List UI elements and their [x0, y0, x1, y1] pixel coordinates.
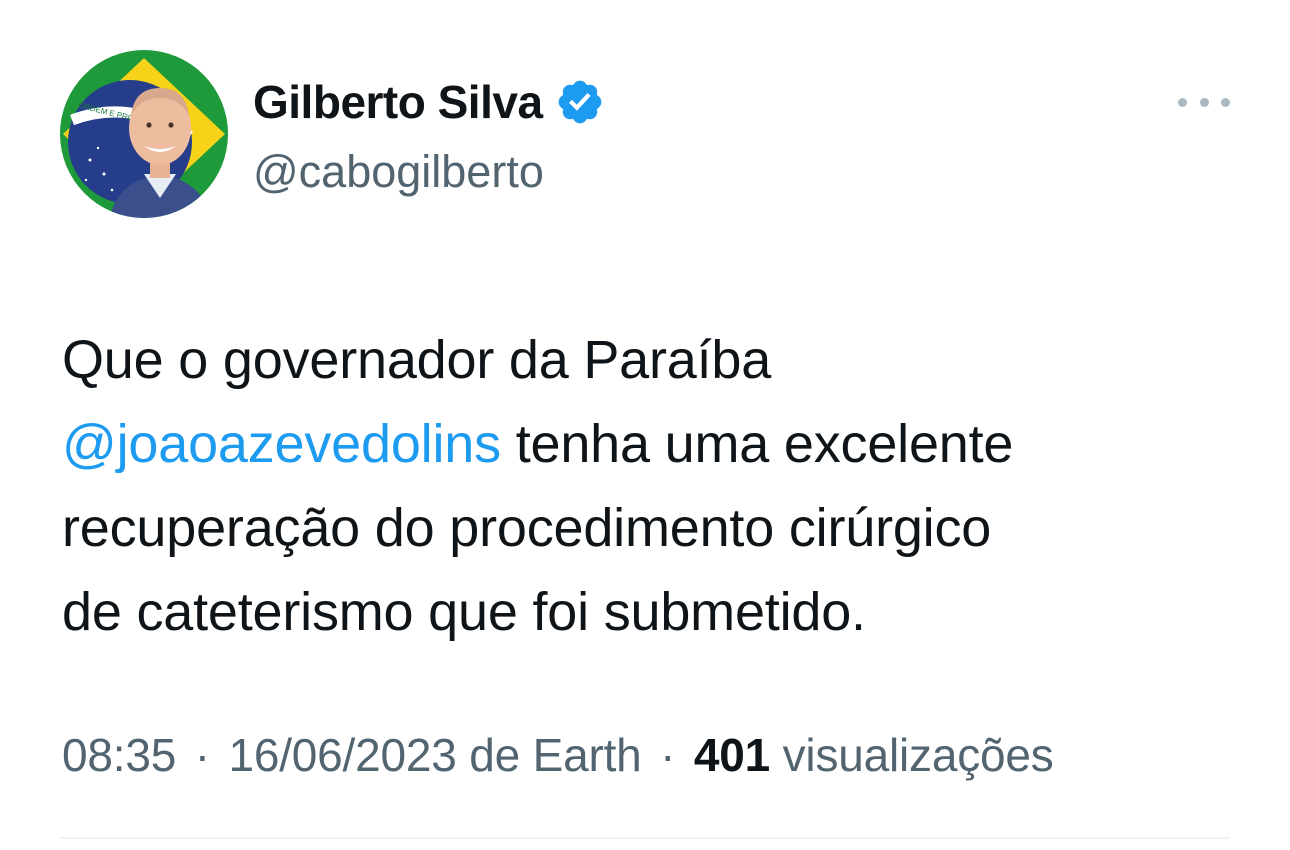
more-dot — [1199, 97, 1209, 107]
tweet-source: de Earth — [469, 729, 642, 781]
tweet-text-after-mention: tenha uma excelente — [500, 414, 1014, 474]
tweet-text-line1: Que o governador da Paraíba — [62, 330, 772, 390]
tweet-date[interactable]: 16/06/2023 — [228, 729, 456, 781]
avatar[interactable]: ORDEM E PROGRESSO — [60, 50, 228, 218]
divider — [60, 837, 1230, 839]
meta-separator: · — [194, 729, 210, 781]
more-dot — [1221, 97, 1230, 107]
verified-badge-icon — [555, 77, 605, 127]
tweet-text: Que o governador da Paraíba @joaoazevedo… — [62, 318, 1242, 654]
more-dots-icon[interactable] — [1178, 88, 1230, 116]
meta-separator: · — [660, 729, 676, 781]
tweet-text-line3: recuperação do procedimento cirúrgico — [62, 498, 992, 558]
views-count: 401 — [693, 729, 771, 781]
avatar-image: ORDEM E PROGRESSO — [60, 50, 228, 218]
tweet-meta: 08:35 · 16/06/2023 de Earth · 401 visual… — [62, 728, 1054, 782]
tweet-text-line4: de cateterismo que foi submetido. — [62, 582, 866, 642]
tweet-time[interactable]: 08:35 — [62, 729, 176, 781]
more-dot — [1178, 97, 1187, 107]
views-label: visualizações — [782, 729, 1054, 781]
user-handle[interactable]: @cabogilberto — [253, 146, 544, 198]
mention-link[interactable]: @joaoazevedolins — [62, 414, 501, 474]
display-name[interactable]: Gilberto Silva — [253, 75, 543, 129]
name-row: Gilberto Silva — [253, 72, 605, 132]
